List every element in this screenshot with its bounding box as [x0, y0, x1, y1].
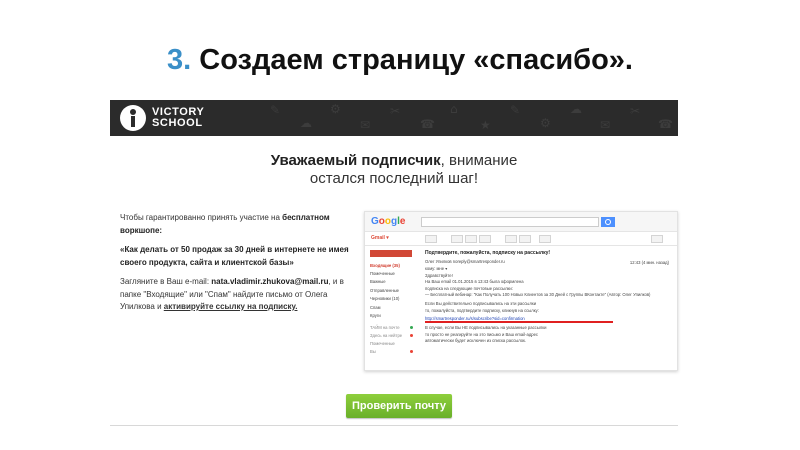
google-logo: Google — [371, 216, 406, 227]
victory-school-logo[interactable]: VICTORY SCHOOL — [120, 105, 205, 131]
folder-circles: Круги — [370, 312, 381, 318]
gmail-search-input — [421, 217, 599, 227]
folder-sent: Отправленные — [370, 287, 399, 293]
headline-bold: Уважаемый подписчик — [270, 152, 441, 169]
highlight-underline — [425, 321, 613, 323]
email-line: На Ваш email 01.01.2015 в 13:43 была офо… — [425, 279, 524, 285]
email-line: Здравствуйте! — [425, 272, 453, 278]
thank-you-page: ✎ ☁ ⚙ ✉ ✂ ☎ ⌂ ★ ✎ ⚙ ☁ ✉ ✂ ☎ VICTORY SCHOOL Уважае… — [110, 100, 678, 426]
slide-title-text: Создаем страницу «спасибо». — [199, 44, 633, 76]
user-email: nata.vladimir.zhukova@mail.ru — [211, 277, 329, 286]
spam-icon — [465, 235, 477, 243]
folder-drafts: Черновики (10) — [370, 296, 400, 302]
email-line: — Бесплатный вебинар: "Как Получать 100 … — [425, 292, 651, 298]
archive-icon — [451, 235, 463, 243]
email-to: кому: мне ▾ — [425, 265, 448, 271]
instructions-text: Чтобы гарантированно принять участие на … — [120, 212, 356, 321]
slide-number: 3. — [167, 44, 192, 76]
email-line: автоматически будет исключен из списка р… — [425, 338, 527, 344]
email-line: Если Вы действительно подписывались на э… — [425, 301, 537, 307]
email-view: Подтвердите, пожалуйста, подписку на рас… — [421, 247, 677, 370]
p3-a: Загляните в Ваш e-mail: — [120, 277, 212, 286]
email-line: то, пожалуйста, подтвердите подписку, кл… — [425, 307, 539, 313]
site-header: ✎ ☁ ⚙ ✉ ✂ ☎ ⌂ ★ ✎ ⚙ ☁ ✉ ✂ ☎ VICTORY SCHOOL — [110, 100, 678, 136]
back-icon — [425, 235, 437, 243]
gmail-menu: Gmail ▾ — [371, 235, 389, 241]
slide-title: 3. Создаем страницу «спасибо». — [0, 44, 800, 77]
compose-button — [370, 250, 412, 257]
logo-line2: SCHOOL — [152, 117, 203, 129]
folder-icon — [505, 235, 517, 243]
label-icon — [519, 235, 531, 243]
chat-contact: Помеченные — [370, 341, 395, 347]
gmail-sidebar: Входящие (35) Помеченные Важные Отправле… — [365, 247, 417, 356]
email-line: подписка на следующие почтовые рассылки: — [425, 285, 513, 291]
chat-contact: ТАЙМ на почте — [365, 324, 417, 332]
email-line: то просто не реагируйте на это письмо и … — [425, 331, 539, 337]
search-icon — [601, 217, 615, 227]
headline-line2: остался последний шаг! — [309, 170, 479, 187]
email-subject: Подтвердите, пожалуйста, подписку на рас… — [425, 250, 551, 256]
webinar-title: «Как делать от 50 продаж за 30 дней в ин… — [120, 245, 349, 267]
confirm-link: http://smartresponder.ru/s/subscribe?sid… — [425, 315, 525, 321]
chat-contact: Здесь на нейтре — [365, 332, 417, 340]
check-mail-button[interactable]: Проверить почту — [346, 394, 452, 418]
person-icon — [120, 105, 146, 131]
gmail-screenshot: Google Gmail ▾ Входящие (35) Помеченные … — [364, 211, 678, 371]
p1-plain: Чтобы гарантированно принять участие на — [120, 213, 283, 222]
folder-starred: Помеченные — [370, 271, 395, 277]
headline-rest: , внимание — [440, 152, 518, 169]
email-line: В случае, если Вы НЕ подписывались на ук… — [425, 324, 547, 330]
headline: Уважаемый подписчик, внимание остался по… — [110, 152, 678, 188]
chat-contact: Вы — [365, 348, 417, 356]
settings-icon — [651, 235, 663, 243]
delete-icon — [479, 235, 491, 243]
folder-inbox: Входящие (35) — [370, 262, 400, 268]
folder-important: Важные — [370, 279, 386, 285]
activate-link-text: активируйте ссылку на подписку. — [163, 302, 298, 311]
email-date: 12:43 (4 мин. назад) — [629, 260, 669, 265]
header-pattern: ✎ ☁ ⚙ ✉ ✂ ☎ ⌂ ★ ✎ ⚙ ☁ ✉ ✂ ☎ — [270, 102, 673, 132]
folder-spam: Спам — [370, 304, 381, 310]
more-icon — [539, 235, 551, 243]
